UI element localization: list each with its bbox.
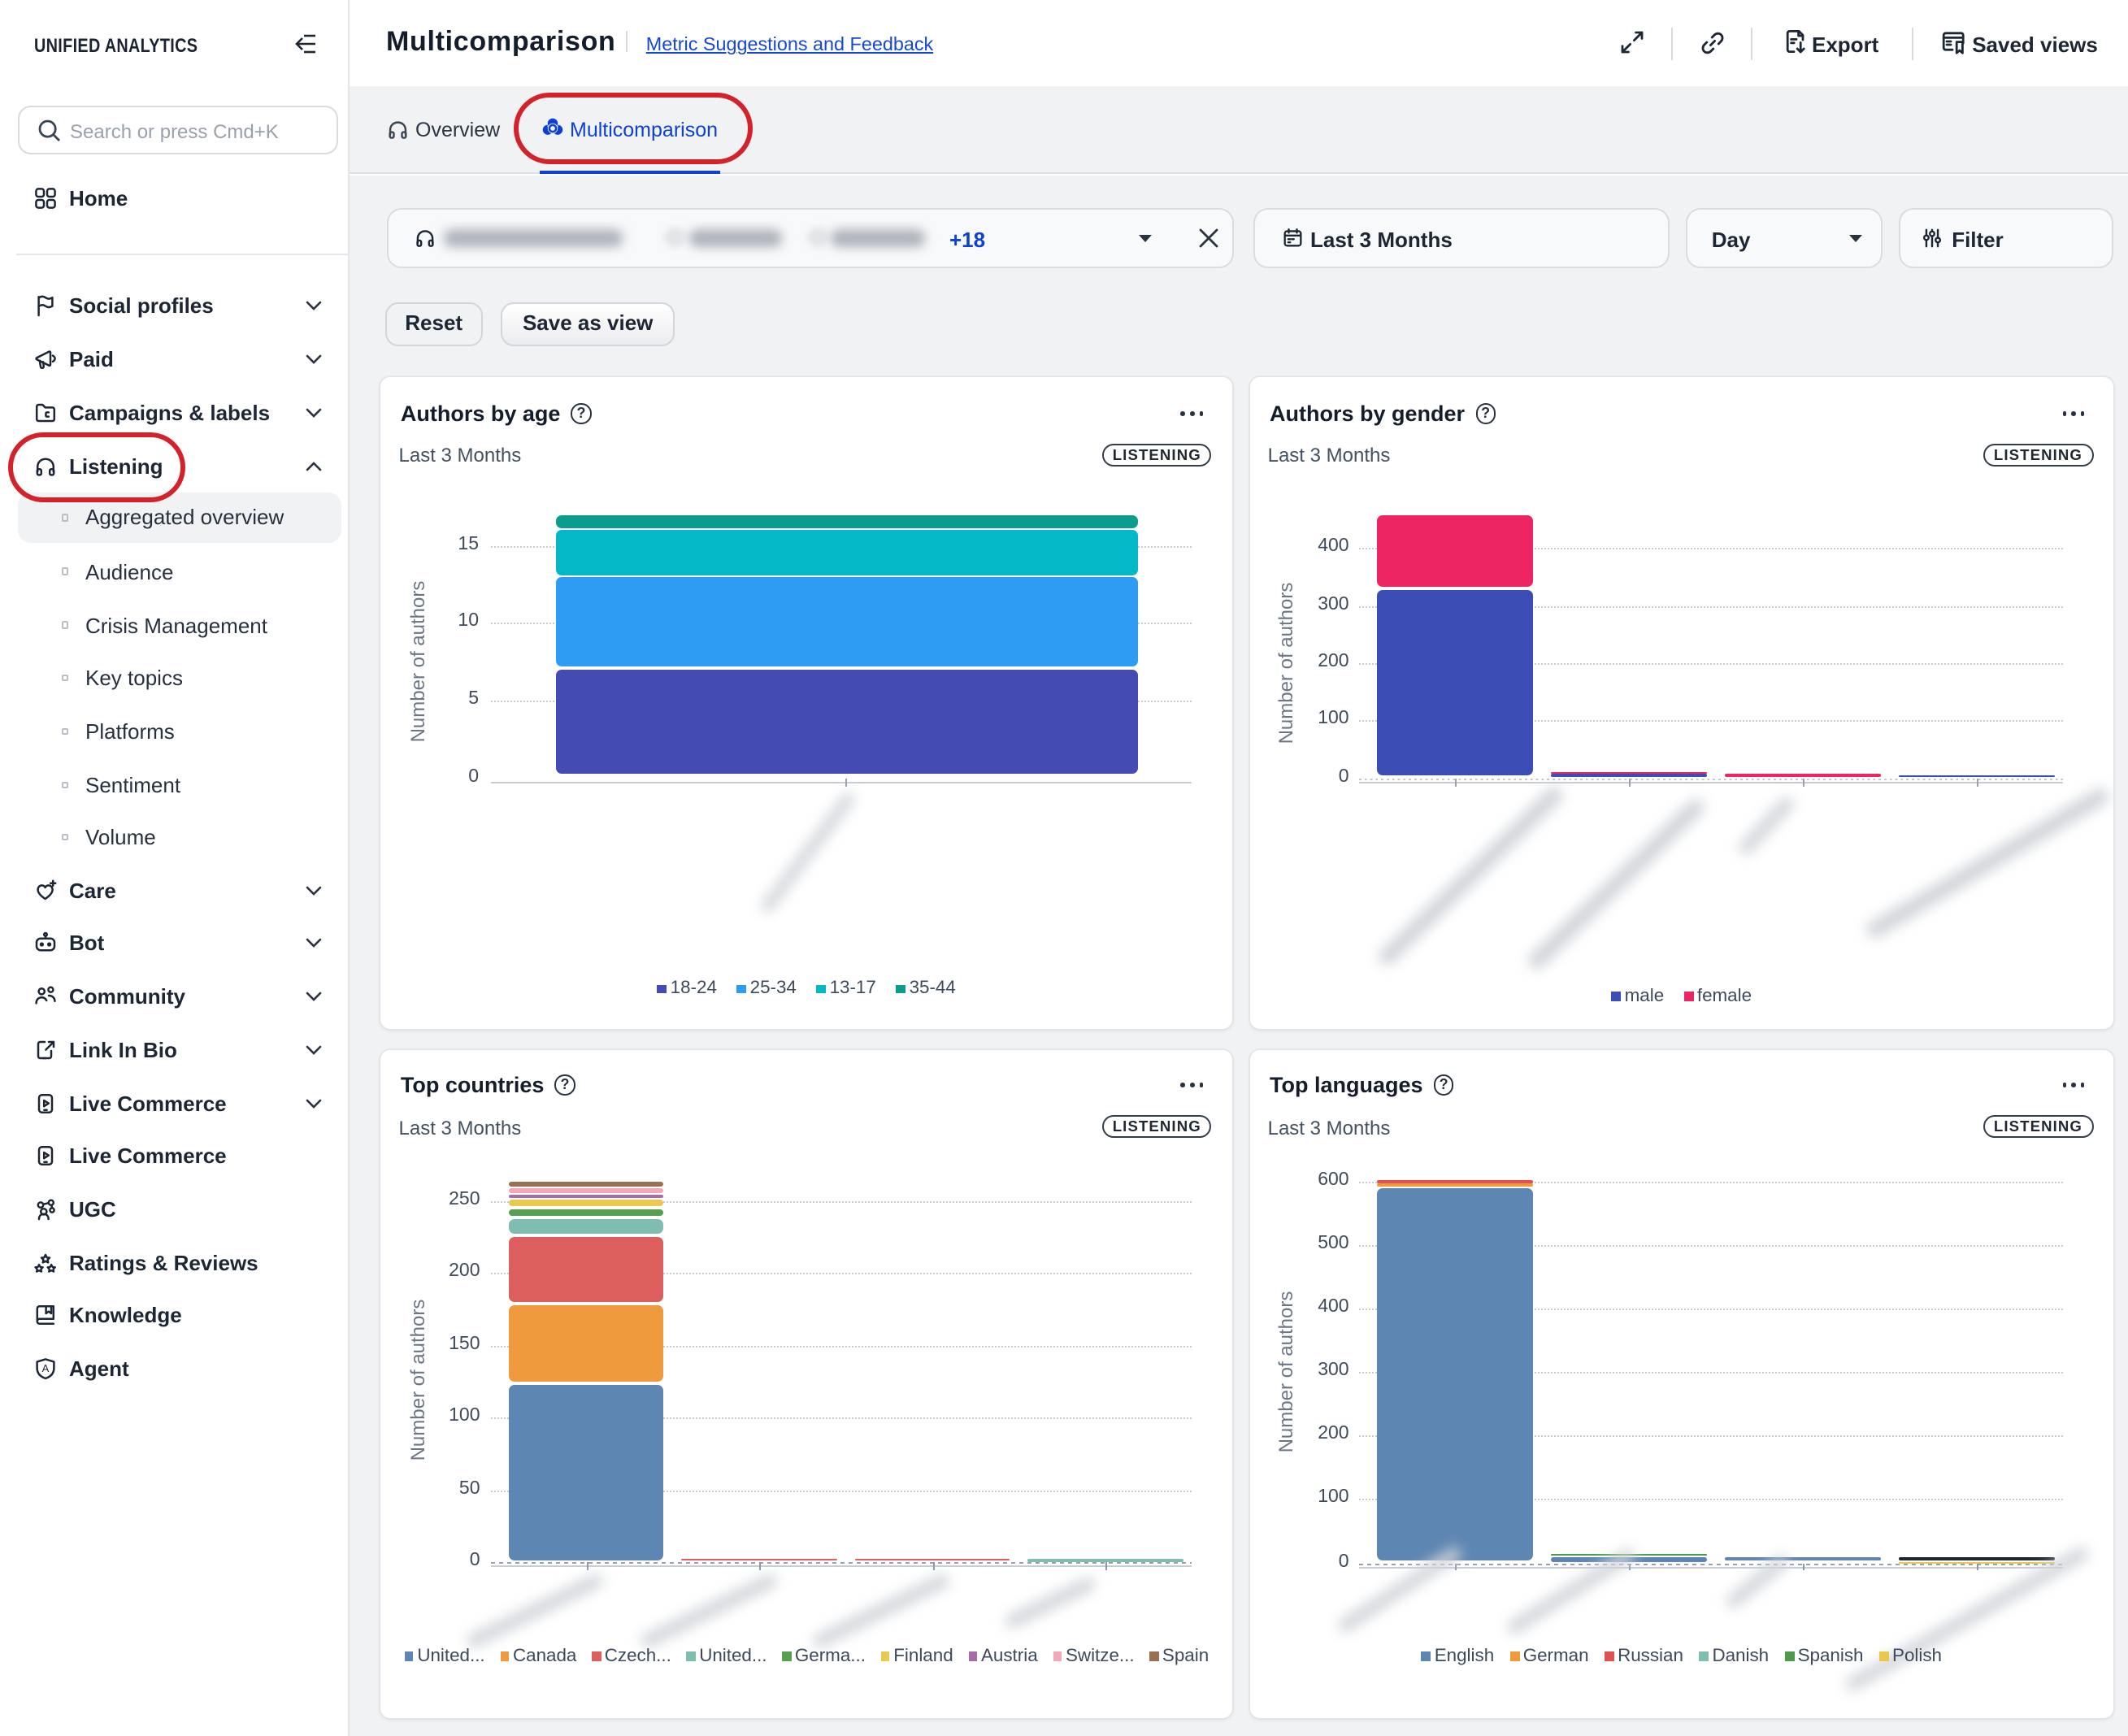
svg-text:A: A: [42, 1362, 50, 1374]
